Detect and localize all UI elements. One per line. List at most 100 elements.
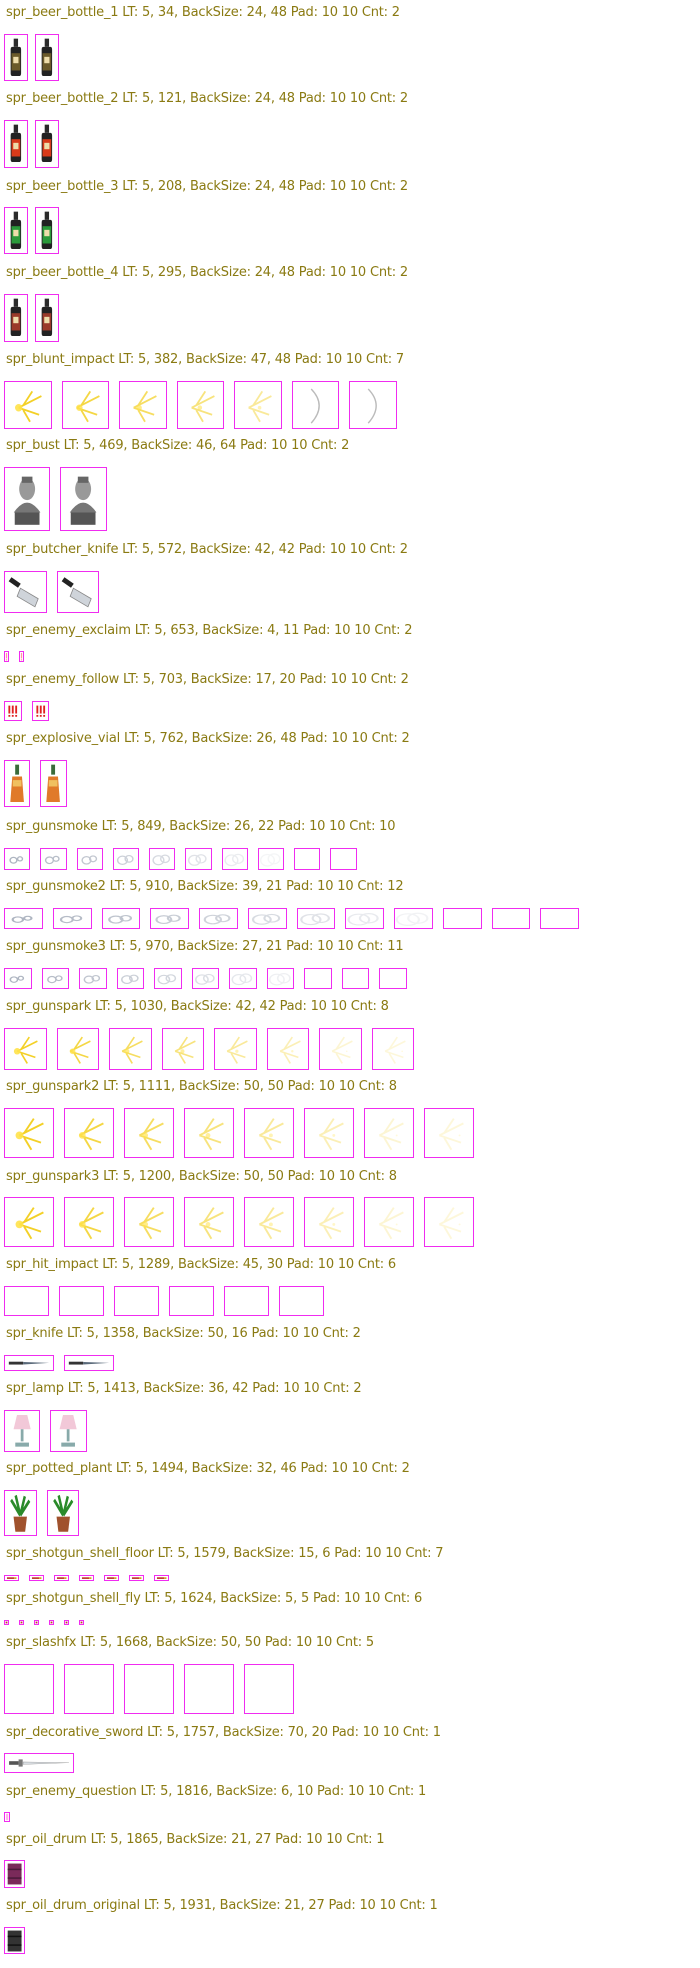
- sprite-label: spr_beer_bottle_4 LT: 5, 295, BackSize: …: [6, 265, 408, 281]
- sprite-frame: [291, 380, 339, 430]
- sprite-label: spr_enemy_follow LT: 5, 703, BackSize: 1…: [6, 672, 409, 688]
- sprite-frame: [150, 907, 189, 929]
- sprite-frame: [364, 1196, 414, 1247]
- sprite-frame: [4, 1107, 54, 1158]
- sprite-frame: [279, 1285, 324, 1316]
- sprite-label: spr_hit_impact LT: 5, 1289, BackSize: 45…: [6, 1256, 396, 1272]
- sprite-frame: [119, 380, 167, 430]
- sprite-frame: [4, 466, 51, 531]
- sprite-frame: [76, 847, 103, 871]
- sprite-frame: [4, 120, 28, 168]
- sprite-frame: [266, 1027, 309, 1071]
- sprite-label: spr_bust LT: 5, 469, BackSize: 46, 64 Pa…: [6, 438, 350, 454]
- sprite-frame: [224, 1285, 269, 1316]
- sprite-frame: [424, 1196, 474, 1247]
- sprite-frame: [4, 1489, 37, 1537]
- sprite-label: spr_potted_plant LT: 5, 1494, BackSize: …: [6, 1460, 410, 1476]
- sprite-label: spr_gunspark LT: 5, 1030, BackSize: 42, …: [6, 999, 389, 1015]
- sprite-frame: [60, 466, 107, 531]
- sprite-frame: [4, 701, 22, 722]
- sprite-frame: [214, 1027, 257, 1071]
- sprite-frame: [379, 967, 407, 989]
- sprite-label: spr_gunsmoke2 LT: 5, 910, BackSize: 39, …: [6, 878, 404, 894]
- sprite-frame: [112, 847, 139, 871]
- sprite-label: spr_beer_bottle_3 LT: 5, 208, BackSize: …: [6, 179, 408, 195]
- sprite-frame: [221, 847, 248, 871]
- sprite-frame: [4, 1409, 41, 1453]
- sprite-frame: [4, 907, 43, 929]
- sprite-frame: [52, 907, 92, 929]
- sprite-label: spr_enemy_question LT: 5, 1816, BackSize…: [6, 1783, 427, 1799]
- sprite-frame: [244, 1107, 294, 1158]
- sprite-frame: [247, 907, 287, 929]
- sprite-frame: [49, 1619, 54, 1625]
- sprite-frame: [4, 1574, 19, 1582]
- sprite-frame: [101, 907, 141, 929]
- sprite-frame: [4, 1285, 49, 1316]
- sprite-frame: [29, 1574, 44, 1582]
- sprite-label: spr_shotgun_shell_floor LT: 5, 1579, Bac…: [6, 1546, 444, 1562]
- sprite-frame: [304, 967, 332, 989]
- sprite-frame: [349, 380, 397, 430]
- sprite-frame: [319, 1027, 362, 1071]
- sprite-frame: [129, 1574, 144, 1582]
- sprite-frame: [4, 570, 47, 614]
- sprite-frame: [442, 907, 482, 929]
- sprite-frame: [199, 907, 238, 929]
- sprite-frame: [257, 847, 284, 871]
- sprite-label: spr_gunsmoke3 LT: 5, 970, BackSize: 27, …: [6, 938, 404, 954]
- sprite-frame: [31, 701, 49, 722]
- sprite-frame: [64, 1354, 114, 1371]
- sprite-frame: [394, 907, 433, 929]
- sprite-label: spr_shotgun_shell_fly LT: 5, 1624, BackS…: [6, 1591, 423, 1607]
- sprite-frame: [154, 1574, 169, 1582]
- sprite-frame: [371, 1027, 414, 1071]
- sprite-frame: [4, 294, 28, 342]
- sprite-frame: [4, 1811, 11, 1822]
- sprite-frame: [244, 1196, 294, 1247]
- sprite-label: spr_oil_drum_original LT: 5, 1931, BackS…: [6, 1897, 438, 1913]
- sprite-frame: [304, 1196, 354, 1247]
- sprite-frame: [19, 650, 24, 663]
- sprite-label: spr_enemy_exclaim LT: 5, 653, BackSize: …: [6, 623, 413, 639]
- sprite-frame: [364, 1107, 414, 1158]
- sprite-frame: [64, 1196, 114, 1247]
- sprite-label: spr_knife LT: 5, 1358, BackSize: 50, 16 …: [6, 1325, 361, 1341]
- sprite-label: spr_oil_drum LT: 5, 1865, BackSize: 21, …: [6, 1831, 385, 1847]
- sprite-frame: [341, 967, 369, 989]
- sprite-frame: [4, 33, 28, 82]
- sprite-frame: [56, 570, 99, 614]
- sprite-frame: [294, 847, 321, 871]
- sprite-frame: [40, 847, 67, 871]
- sprite-frame: [50, 1409, 87, 1453]
- sprite-frame: [149, 847, 176, 871]
- sprite-frame: [234, 380, 282, 430]
- sprite-frame: [59, 1285, 104, 1316]
- sprite-label: spr_gunspark3 LT: 5, 1200, BackSize: 50,…: [6, 1169, 397, 1185]
- sprite-label: spr_blunt_impact LT: 5, 382, BackSize: 4…: [6, 351, 404, 367]
- sprite-label: spr_beer_bottle_1 LT: 5, 34, BackSize: 2…: [6, 5, 400, 20]
- sprite-frame: [4, 1663, 54, 1714]
- sprite-frame: [109, 1027, 152, 1071]
- sprite-frame: [424, 1107, 474, 1158]
- sprite-frame: [191, 967, 219, 989]
- sprite-frame: [345, 907, 384, 929]
- sprite-frame: [4, 1619, 9, 1625]
- sprite-frame: [4, 380, 52, 430]
- sprite-label: spr_lamp LT: 5, 1413, BackSize: 36, 42 P…: [6, 1380, 362, 1396]
- sprite-frame: [169, 1285, 214, 1316]
- sprite-frame: [330, 847, 357, 871]
- sprite-frame: [540, 907, 579, 929]
- sprite-frame: [154, 967, 182, 989]
- sprite-frame: [56, 1027, 99, 1071]
- sprite-frame: [4, 1196, 54, 1247]
- sprite-frame: [4, 650, 9, 663]
- sprite-frame: [35, 206, 59, 255]
- sprite-frame: [266, 967, 294, 989]
- sprite-frame: [40, 759, 67, 808]
- sprite-frame: [41, 967, 69, 989]
- sprite-frame: [4, 206, 28, 255]
- sprite-frame: [4, 1860, 26, 1888]
- sprite-frame: [104, 1574, 119, 1582]
- sprite-label: spr_slashfx LT: 5, 1668, BackSize: 50, 5…: [6, 1634, 374, 1650]
